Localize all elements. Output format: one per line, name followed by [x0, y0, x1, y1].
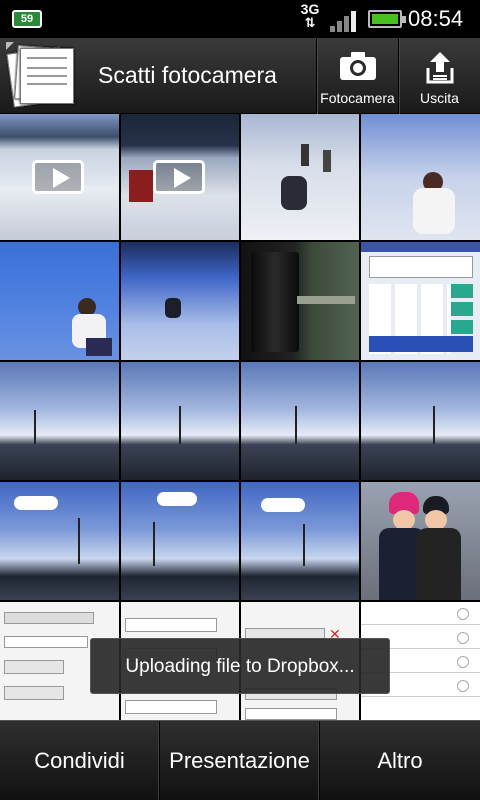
camera-button[interactable]: Fotocamera	[316, 38, 398, 114]
more-button[interactable]: Altro	[320, 721, 480, 800]
photo-thumbnail[interactable]	[361, 362, 480, 480]
toast-message: Uploading file to Dropbox...	[90, 638, 390, 694]
status-bar: 59 3G ⇅ 08:54	[0, 0, 480, 38]
photo-grid: ✕	[0, 114, 480, 720]
exit-button[interactable]: Uscita	[398, 38, 480, 114]
video-play-icon	[153, 160, 205, 194]
photo-thumbnail[interactable]	[241, 114, 359, 240]
camera-button-label: Fotocamera	[320, 90, 395, 106]
action-bar: Scatti fotocamera Fotocamera Uscita	[0, 38, 480, 114]
photo-thumbnail[interactable]	[241, 362, 359, 480]
page-title: Scatti fotocamera	[98, 62, 277, 88]
exit-button-label: Uscita	[420, 90, 459, 106]
album-stack-icon[interactable]	[6, 42, 84, 110]
slideshow-button[interactable]: Presentazione	[160, 721, 320, 800]
photo-thumbnail[interactable]	[361, 482, 480, 600]
photo-thumbnail[interactable]	[0, 362, 119, 480]
photo-thumbnail[interactable]	[0, 242, 119, 360]
photo-thumbnail[interactable]	[0, 482, 119, 600]
camera-icon	[339, 52, 376, 80]
photo-thumbnail[interactable]	[361, 242, 480, 360]
photo-thumbnail[interactable]	[121, 114, 239, 240]
photo-thumbnail[interactable]	[121, 242, 239, 360]
photo-thumbnail[interactable]	[361, 114, 480, 240]
video-play-icon	[32, 160, 84, 194]
photo-thumbnail[interactable]	[0, 114, 119, 240]
photo-thumbnail[interactable]	[121, 362, 239, 480]
share-button[interactable]: Condividi	[0, 721, 160, 800]
battery-icon	[368, 10, 406, 28]
share-export-icon	[426, 52, 453, 84]
clock: 08:54	[408, 6, 464, 31]
photo-thumbnail[interactable]	[241, 242, 359, 360]
signal-strength-icon	[330, 11, 356, 32]
photo-thumbnail[interactable]	[121, 482, 239, 600]
network-3g-icon: 3G ⇅	[300, 1, 320, 30]
bottom-action-bar: Condividi Presentazione Altro	[0, 720, 480, 800]
notification-badge: 59	[12, 10, 42, 28]
photo-thumbnail[interactable]	[241, 482, 359, 600]
